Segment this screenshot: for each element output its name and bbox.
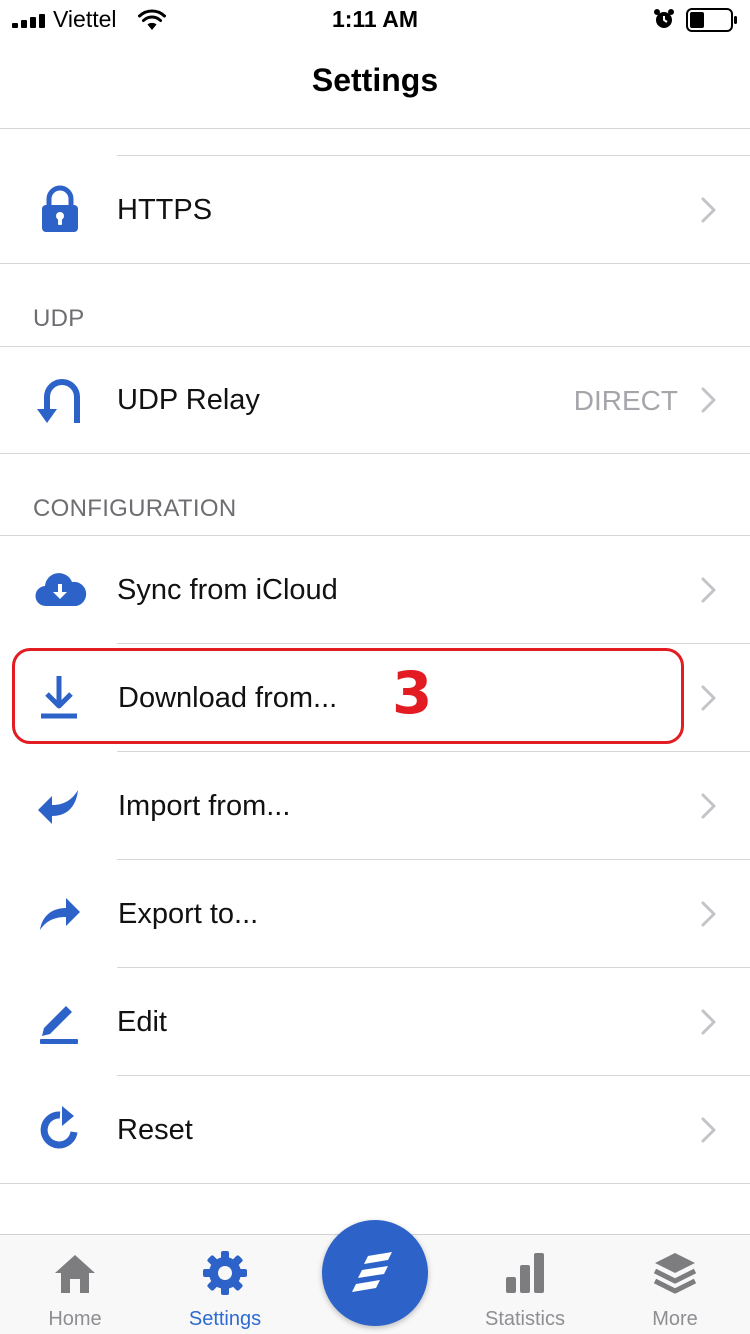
cloud-download-icon [35, 573, 87, 607]
status-time: 1:11 AM [331, 6, 419, 32]
chevron-right-icon [701, 197, 716, 223]
settings-row-udp-relay[interactable]: UDP Relay DIRECT [0, 347, 750, 453]
status-bar: Viettel 1:11 AM [0, 0, 750, 40]
settings-row-https[interactable]: HTTPS [0, 156, 750, 263]
row-label-import-from: Import from... [118, 790, 291, 822]
tab-label-statistics: Statistics [484, 1308, 566, 1330]
pencil-icon [40, 1006, 78, 1044]
section-divider [0, 263, 750, 264]
chevron-right-icon [701, 1117, 716, 1143]
nav-divider [0, 128, 750, 129]
tab-more[interactable]: More [600, 1235, 750, 1334]
udp-relay-value: DIRECT [573, 385, 678, 416]
row-label-export-to: Export to... [118, 898, 259, 930]
tab-settings[interactable]: Settings [150, 1235, 300, 1334]
alarm-icon [654, 9, 674, 28]
tab-statistics[interactable]: Statistics [450, 1235, 600, 1334]
settings-row-export-to[interactable]: Export to... [0, 860, 750, 967]
battery-icon [686, 8, 737, 32]
bar-chart-icon [506, 1253, 544, 1293]
u-turn-icon [37, 379, 80, 423]
settings-row-edit[interactable]: Edit [0, 968, 750, 1075]
row-label-https: HTTPS [117, 194, 213, 226]
share-arrow-icon [40, 898, 80, 930]
tab-label-settings: Settings [188, 1308, 262, 1330]
annotation-step-number: 3 [392, 659, 433, 727]
tab-label-more: More [652, 1308, 698, 1330]
section-divider [0, 1183, 750, 1184]
tab-label-home: Home [48, 1308, 102, 1330]
home-icon [55, 1255, 95, 1293]
row-label-reset: Reset [117, 1114, 193, 1146]
section-divider [0, 453, 750, 454]
chevron-right-icon [701, 793, 716, 819]
chevron-right-icon [701, 577, 716, 603]
surge-logo-icon [352, 1252, 392, 1292]
tab-surge-toggle-button[interactable] [322, 1220, 428, 1326]
row-label-sync-icloud: Sync from iCloud [117, 574, 338, 606]
row-label-edit: Edit [117, 1006, 167, 1038]
chevron-right-icon [701, 387, 716, 413]
gear-icon [203, 1251, 247, 1295]
reply-arrow-icon [38, 790, 78, 824]
tab-home[interactable]: Home [0, 1235, 150, 1334]
lock-icon [42, 185, 78, 232]
settings-row-sync-icloud[interactable]: Sync from iCloud [0, 536, 750, 643]
page-title: Settings [311, 62, 439, 98]
annotation-highlight-box [12, 648, 684, 744]
section-header-configuration: CONFIGURATION [33, 495, 237, 522]
row-label-udp-relay: UDP Relay [117, 384, 260, 416]
chevron-right-icon [701, 901, 716, 927]
reset-icon [40, 1106, 78, 1149]
chevron-right-icon [701, 685, 716, 711]
section-header-udp: UDP [33, 305, 85, 332]
chevron-right-icon [701, 1009, 716, 1035]
settings-row-reset[interactable]: Reset [0, 1076, 750, 1183]
layers-icon [653, 1253, 697, 1294]
settings-row-import-from[interactable]: Import from... [0, 752, 750, 859]
